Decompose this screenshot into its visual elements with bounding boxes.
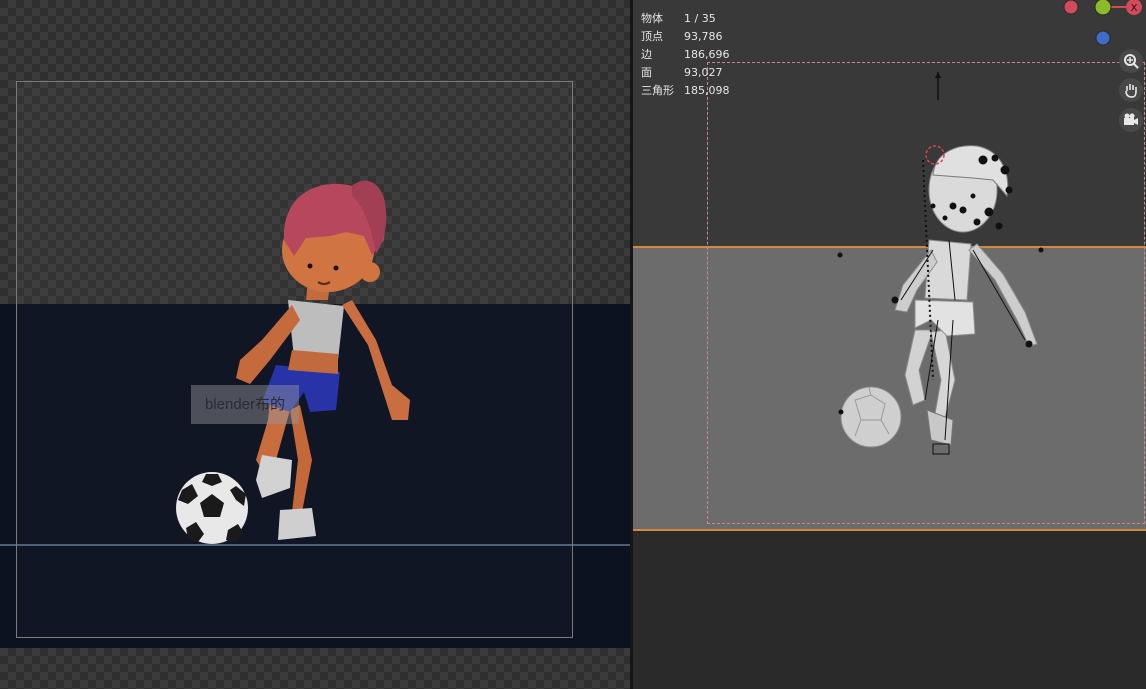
camera-object-icon [935,72,941,100]
3d-viewport[interactable]: 物体 1 / 35 顶点 93,786 边 186,696 面 93,027 三… [633,0,1146,689]
rendered-character [176,180,410,544]
viewport-character-mesh[interactable] [633,0,1146,689]
watermark-label: blender布的 [191,385,299,424]
viewport-ball [840,386,902,448]
soccer-ball [176,472,248,544]
3d-cursor-icon [925,145,945,165]
render-image-view[interactable]: blender布的 [0,0,630,689]
